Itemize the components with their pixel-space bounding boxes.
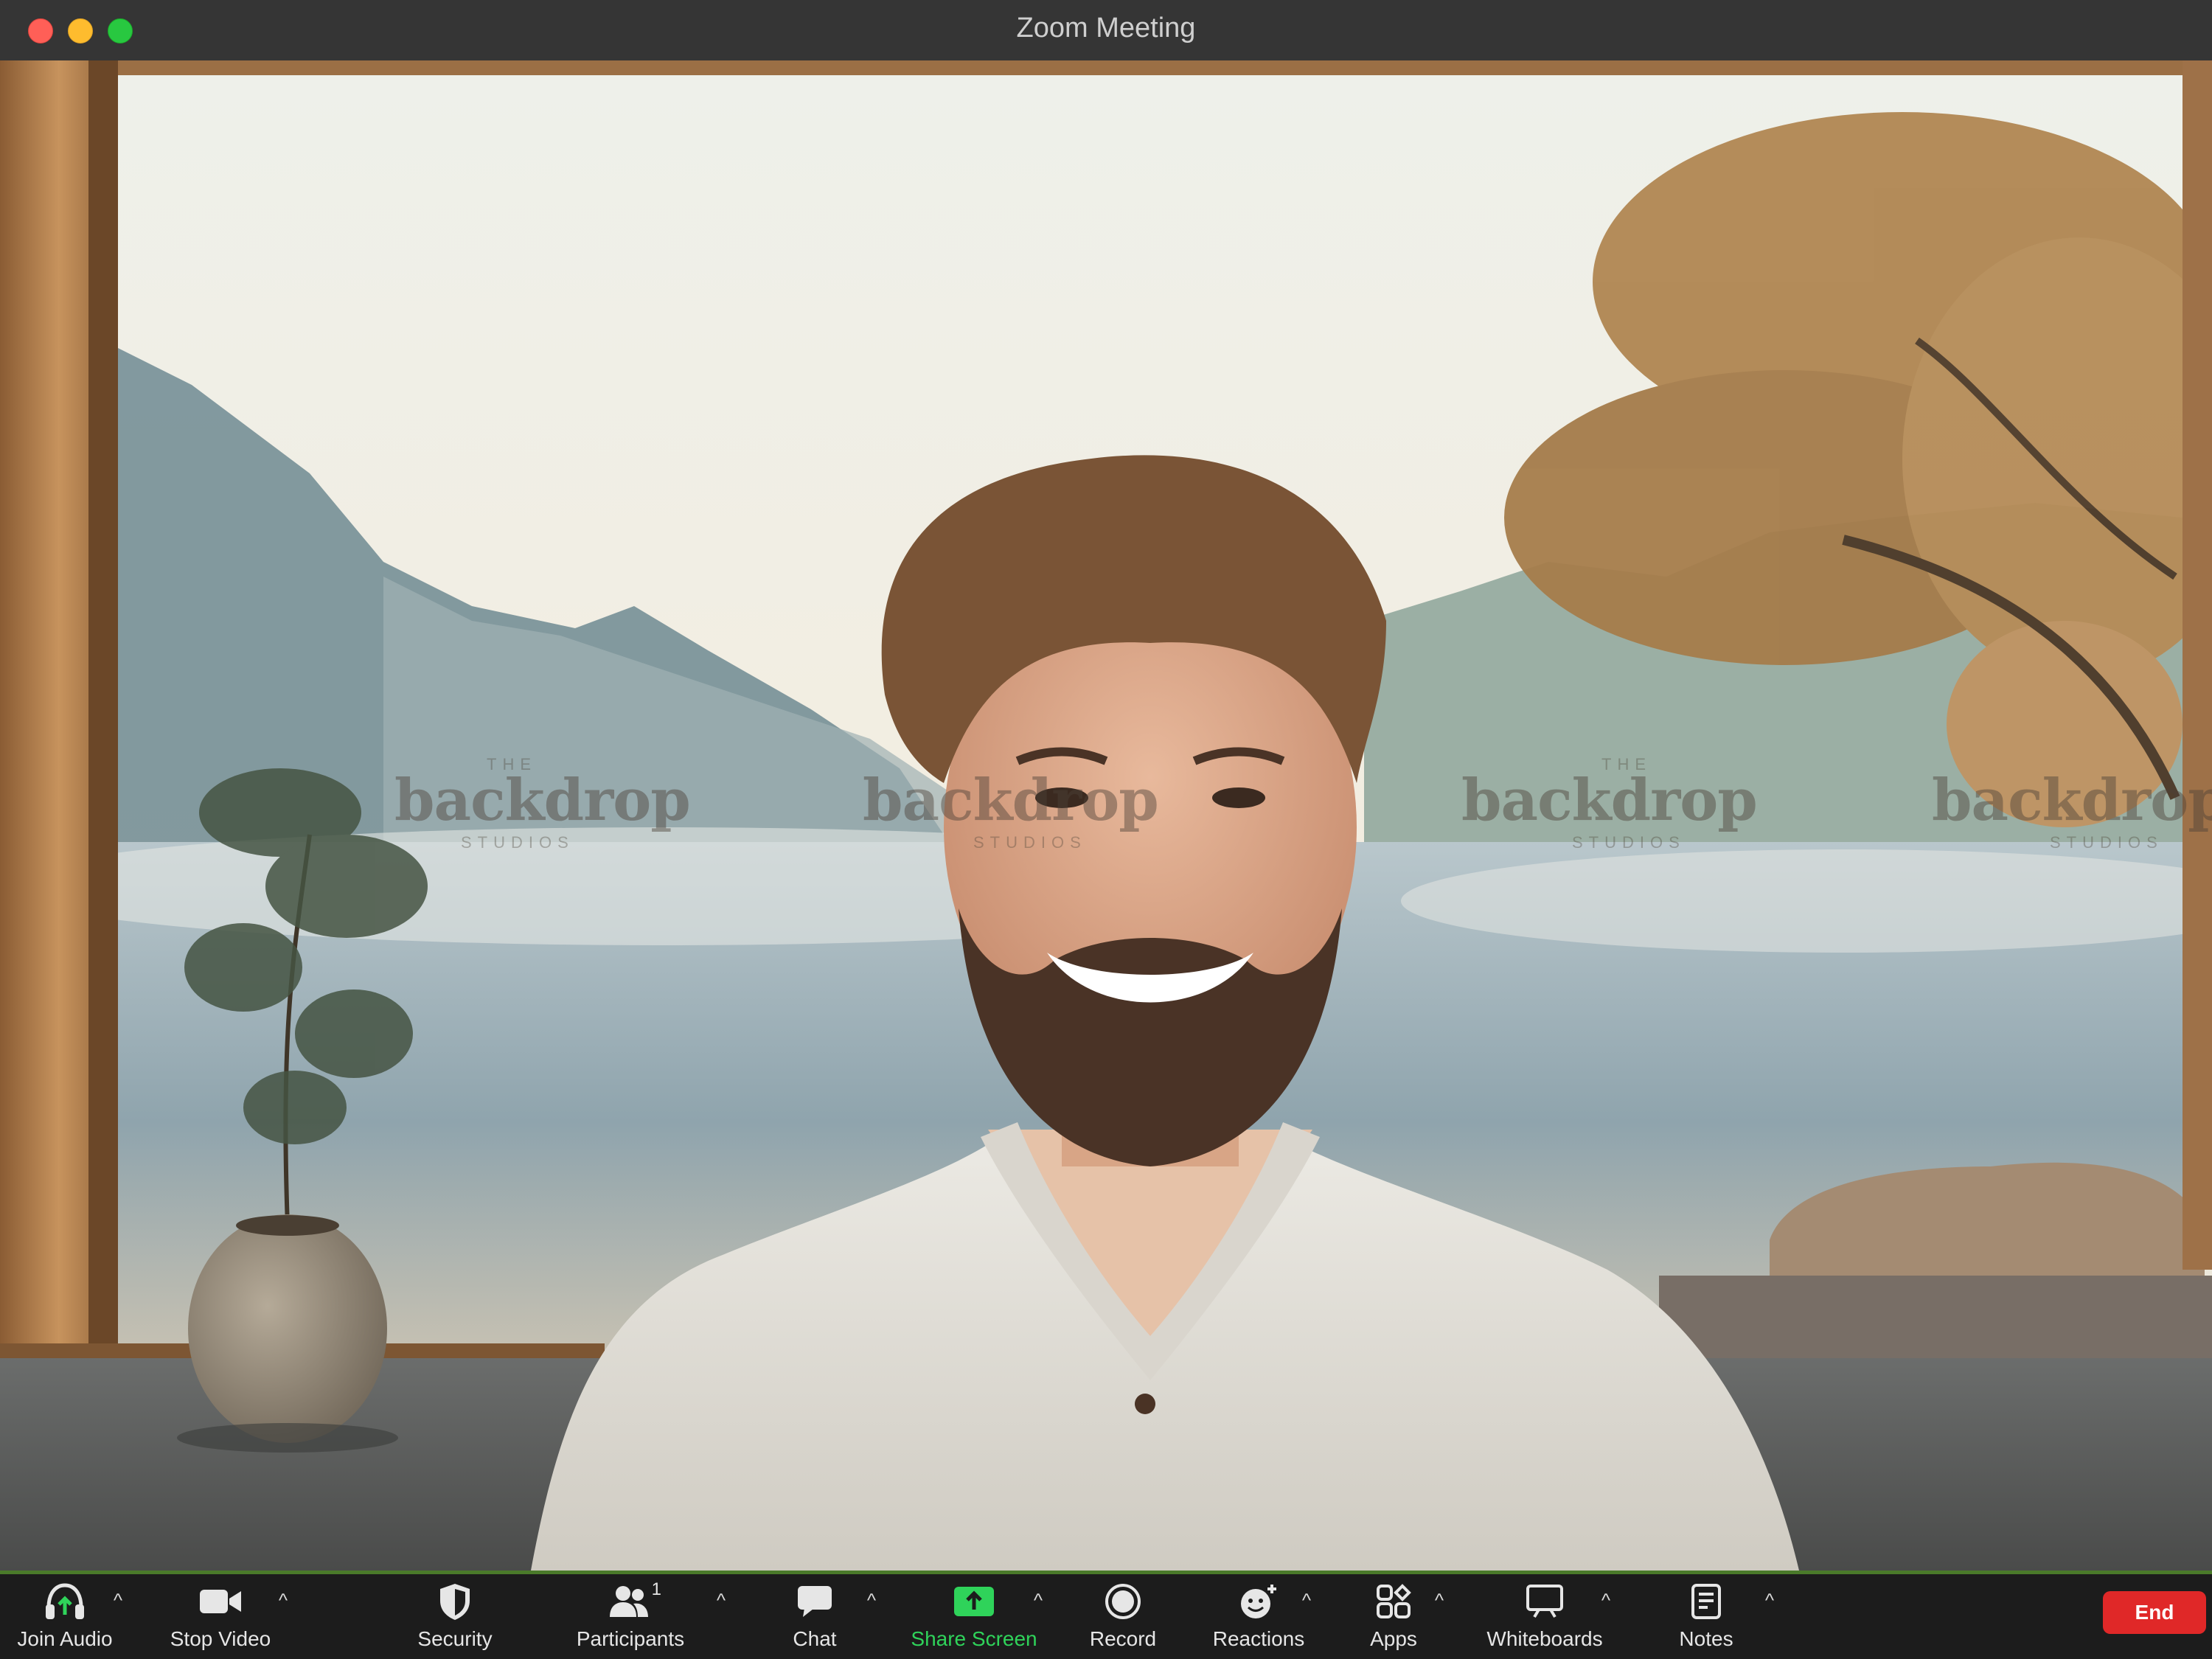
smiley-plus-icon bbox=[1235, 1578, 1282, 1625]
watermark-brand: backdrop bbox=[1932, 767, 2212, 834]
headphones-icon bbox=[41, 1578, 88, 1625]
video-options-caret[interactable]: ^ bbox=[268, 1585, 298, 1615]
watermark-brand: backdrop bbox=[863, 767, 1159, 834]
whiteboards-label: Whiteboards bbox=[1486, 1627, 1603, 1650]
share-arrow-icon bbox=[950, 1578, 998, 1625]
stop-video-label: Stop Video bbox=[170, 1627, 271, 1650]
watermark-bottom: STUDIOS bbox=[1572, 833, 1686, 852]
record-label: Record bbox=[1089, 1627, 1157, 1650]
watermark-brand: backdrop bbox=[1461, 767, 1758, 834]
record-button[interactable]: Record bbox=[1082, 1578, 1164, 1658]
participants-button[interactable]: 1 Participants bbox=[575, 1578, 686, 1658]
participants-count: 1 bbox=[651, 1579, 661, 1599]
apps-label: Apps bbox=[1370, 1627, 1417, 1650]
whiteboards-button[interactable]: Whiteboards bbox=[1482, 1578, 1607, 1658]
share-screen-label: Share Screen bbox=[911, 1627, 1037, 1650]
chat-button[interactable]: Chat bbox=[782, 1578, 848, 1658]
video-camera-icon bbox=[197, 1578, 244, 1625]
watermark-bottom: STUDIOS bbox=[2050, 833, 2163, 852]
apps-button[interactable]: Apps bbox=[1357, 1578, 1430, 1658]
join-audio-label: Join Audio bbox=[17, 1627, 113, 1650]
reactions-label: Reactions bbox=[1212, 1627, 1305, 1650]
audio-options-caret[interactable]: ^ bbox=[103, 1585, 133, 1615]
share-screen-button[interactable]: Share Screen bbox=[911, 1578, 1037, 1658]
apps-icon bbox=[1370, 1578, 1417, 1625]
watermark-brand: backdrop bbox=[394, 767, 691, 834]
whiteboards-options-caret[interactable]: ^ bbox=[1591, 1585, 1621, 1615]
whiteboard-icon bbox=[1521, 1578, 1568, 1625]
end-meeting-button[interactable]: End bbox=[2103, 1591, 2206, 1634]
security-button[interactable]: Security bbox=[407, 1578, 503, 1658]
chat-label: Chat bbox=[793, 1627, 837, 1650]
notes-icon bbox=[1683, 1578, 1730, 1625]
share-options-caret[interactable]: ^ bbox=[1023, 1585, 1053, 1615]
notes-options-caret[interactable]: ^ bbox=[1755, 1585, 1784, 1615]
notes-label: Notes bbox=[1679, 1627, 1733, 1650]
video-feed[interactable]: THE backdrop STUDIOS backdrop STUDIOS TH… bbox=[0, 60, 2212, 1571]
participants-options-caret[interactable]: ^ bbox=[706, 1585, 736, 1615]
window-title: Zoom Meeting bbox=[1016, 13, 1196, 44]
notes-button[interactable]: Notes bbox=[1669, 1578, 1743, 1658]
reactions-options-caret[interactable]: ^ bbox=[1292, 1585, 1321, 1615]
stop-video-button[interactable]: Stop Video bbox=[165, 1578, 276, 1658]
join-audio-button[interactable]: Join Audio bbox=[13, 1578, 116, 1658]
people-icon: 1 bbox=[607, 1578, 661, 1625]
meeting-toolbar: Join Audio ^ Stop Video ^ Security 1 Par… bbox=[0, 1571, 2212, 1659]
chat-options-caret[interactable]: ^ bbox=[857, 1585, 886, 1615]
title-bar: Zoom Meeting bbox=[0, 0, 2212, 61]
shield-icon bbox=[431, 1578, 479, 1625]
apps-options-caret[interactable]: ^ bbox=[1425, 1585, 1454, 1615]
participants-label: Participants bbox=[576, 1627, 685, 1650]
security-label: Security bbox=[417, 1627, 493, 1650]
watermark-bottom: STUDIOS bbox=[461, 833, 574, 852]
watermark-bottom: STUDIOS bbox=[973, 833, 1087, 852]
chat-bubble-icon bbox=[791, 1578, 838, 1625]
record-icon bbox=[1099, 1578, 1147, 1625]
